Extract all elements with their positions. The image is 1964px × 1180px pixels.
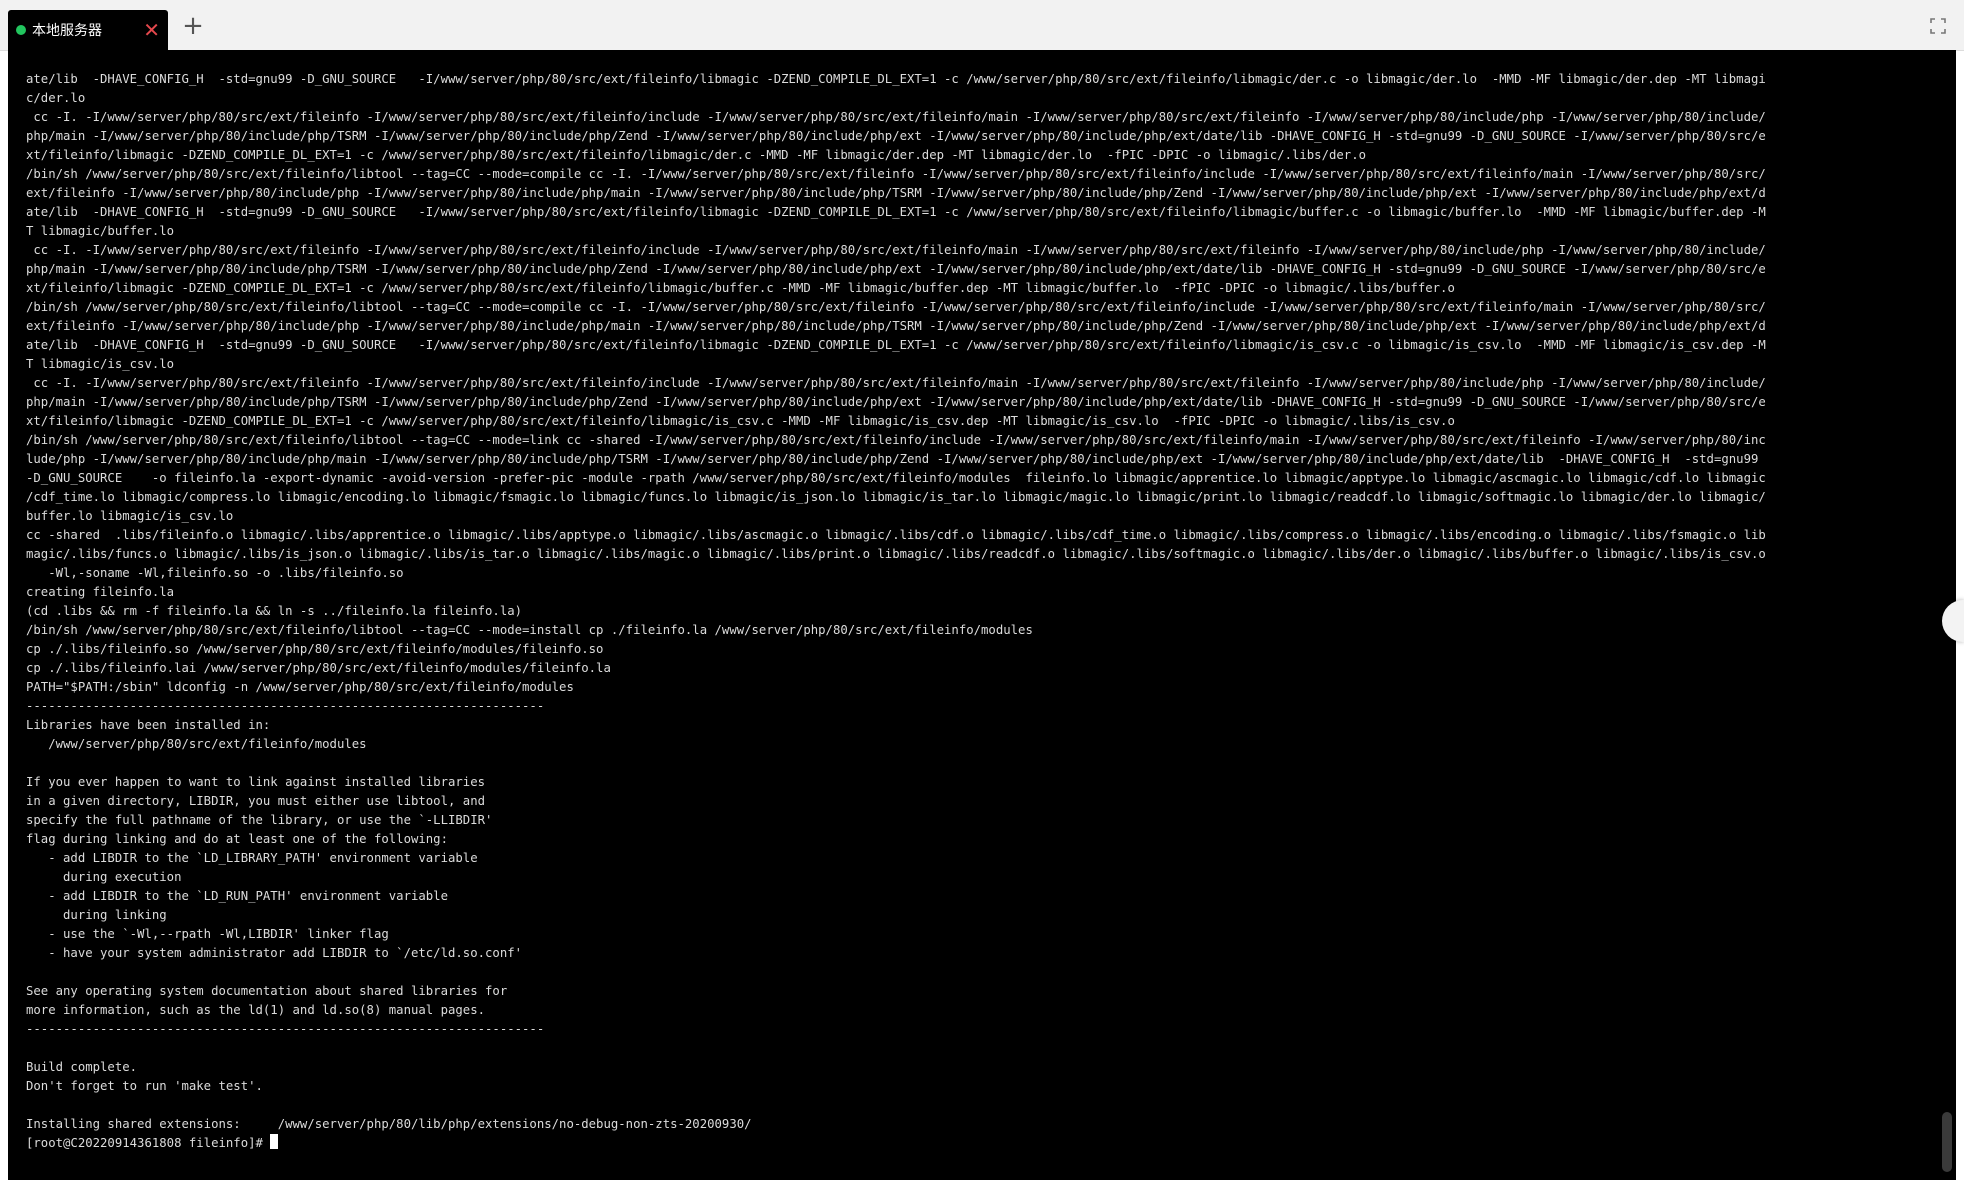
terminal-line: Build complete. <box>26 1060 138 1074</box>
terminal-line: flag during linking and do at least one … <box>26 832 448 846</box>
terminal-text: ate/lib -DHAVE_CONFIG_H -std=gnu99 -D_GN… <box>26 70 1911 1153</box>
terminal-line: ----------------------------------------… <box>26 1022 545 1036</box>
terminal-line: in a given directory, LIBDIR, you must e… <box>26 794 486 808</box>
terminal-line: specify the full pathname of the library… <box>26 813 493 827</box>
terminal-line: Installing shared extensions: /www/serve… <box>26 1117 752 1131</box>
terminal-line: - add LIBDIR to the `LD_RUN_PATH' enviro… <box>48 889 448 903</box>
terminal-line: php/main -I/www/server/php/80/include/ph… <box>26 262 1766 276</box>
tab-label: 本地服务器 <box>32 23 102 39</box>
terminal-line: xt/fileinfo/libmagic -DZEND_COMPILE_DL_E… <box>26 281 1455 295</box>
terminal-line: during linking <box>63 908 167 922</box>
terminal-line: cc -I. -I/www/server/php/80/src/ext/file… <box>33 110 1766 124</box>
terminal-line: php/main -I/www/server/php/80/include/ph… <box>26 129 1766 143</box>
terminal-line: /cdf_time.lo libmagic/compress.lo libmag… <box>26 490 1766 504</box>
connection-status-dot <box>16 25 26 35</box>
scrollbar-thumb[interactable] <box>1942 1112 1952 1172</box>
terminal-line: Don't forget to run 'make test'. <box>26 1079 263 1093</box>
terminal-line: c/der.lo <box>26 91 86 105</box>
terminal-line: during execution <box>63 870 182 884</box>
terminal-line: ate/lib -DHAVE_CONFIG_H -std=gnu99 -D_GN… <box>26 72 1766 86</box>
terminal-line: See any operating system documentation a… <box>26 984 508 998</box>
terminal-line: more information, such as the ld(1) and … <box>26 1003 486 1017</box>
terminal-line: ext/fileinfo -I/www/server/php/80/includ… <box>26 186 1766 200</box>
fullscreen-icon[interactable] <box>1930 18 1946 34</box>
terminal-line: php/main -I/www/server/php/80/include/ph… <box>26 395 1766 409</box>
terminal-line: T libmagic/buffer.lo <box>26 224 175 238</box>
terminal-line: -D_GNU_SOURCE -o fileinfo.la -export-dyn… <box>26 471 1766 485</box>
terminal-line: ----------------------------------------… <box>26 699 545 713</box>
tab-bar: 本地服务器 ✕ + <box>0 0 1964 51</box>
terminal-line: ate/lib -DHAVE_CONFIG_H -std=gnu99 -D_GN… <box>26 338 1766 352</box>
tab-local-server[interactable]: 本地服务器 ✕ <box>8 10 168 50</box>
terminal-line: If you ever happen to want to link again… <box>26 775 486 789</box>
terminal-line: magic/.libs/funcs.o libmagic/.libs/is_js… <box>26 547 1766 561</box>
terminal-line: cc -shared .libs/fileinfo.o libmagic/.li… <box>26 528 1766 542</box>
terminal-cursor <box>270 1134 279 1149</box>
terminal-line: (cd .libs && rm -f fileinfo.la && ln -s … <box>26 604 523 618</box>
terminal-line: creating fileinfo.la <box>26 585 175 599</box>
shell-prompt: [root@C20220914361808 fileinfo]# <box>26 1136 271 1150</box>
terminal-line: buffer.lo libmagic/is_csv.lo <box>26 509 234 523</box>
terminal-line: PATH="$PATH:/sbin" ldconfig -n /www/serv… <box>26 680 574 694</box>
terminal-line: xt/fileinfo/libmagic -DZEND_COMPILE_DL_E… <box>26 414 1455 428</box>
terminal-line: - use the `-Wl,--rpath -Wl,LIBDIR' linke… <box>48 927 389 941</box>
terminal-line: T libmagic/is_csv.lo <box>26 357 175 371</box>
terminal-line: cc -I. -I/www/server/php/80/src/ext/file… <box>33 376 1766 390</box>
add-tab-button[interactable]: + <box>178 12 208 42</box>
close-icon[interactable]: ✕ <box>143 20 160 40</box>
terminal-line: /bin/sh /www/server/php/80/src/ext/filei… <box>26 433 1766 447</box>
terminal-line: - add LIBDIR to the `LD_LIBRARY_PATH' en… <box>48 851 478 865</box>
terminal-line: cc -I. -I/www/server/php/80/src/ext/file… <box>33 243 1766 257</box>
terminal-line: -Wl,-soname -Wl,fileinfo.so -o .libs/fil… <box>48 566 404 580</box>
terminal-line: /bin/sh /www/server/php/80/src/ext/filei… <box>26 300 1766 314</box>
terminal-line: /bin/sh /www/server/php/80/src/ext/filei… <box>26 623 1033 637</box>
terminal-line: /bin/sh /www/server/php/80/src/ext/filei… <box>26 167 1766 181</box>
terminal-line: /www/server/php/80/src/ext/fileinfo/modu… <box>48 737 367 751</box>
terminal-line: cp ./.libs/fileinfo.lai /www/server/php/… <box>26 661 611 675</box>
terminal-line: xt/fileinfo/libmagic -DZEND_COMPILE_DL_E… <box>26 148 1367 162</box>
terminal-line: ate/lib -DHAVE_CONFIG_H -std=gnu99 -D_GN… <box>26 205 1766 219</box>
terminal-line: - have your system administrator add LIB… <box>48 946 523 960</box>
terminal-line: ext/fileinfo -I/www/server/php/80/includ… <box>26 319 1766 333</box>
terminal-line: lude/php -I/www/server/php/80/include/ph… <box>26 452 1759 466</box>
terminal-line: Libraries have been installed in: <box>26 718 271 732</box>
terminal-output[interactable]: ate/lib -DHAVE_CONFIG_H -std=gnu99 -D_GN… <box>8 50 1956 1180</box>
terminal-line: cp ./.libs/fileinfo.so /www/server/php/8… <box>26 642 604 656</box>
